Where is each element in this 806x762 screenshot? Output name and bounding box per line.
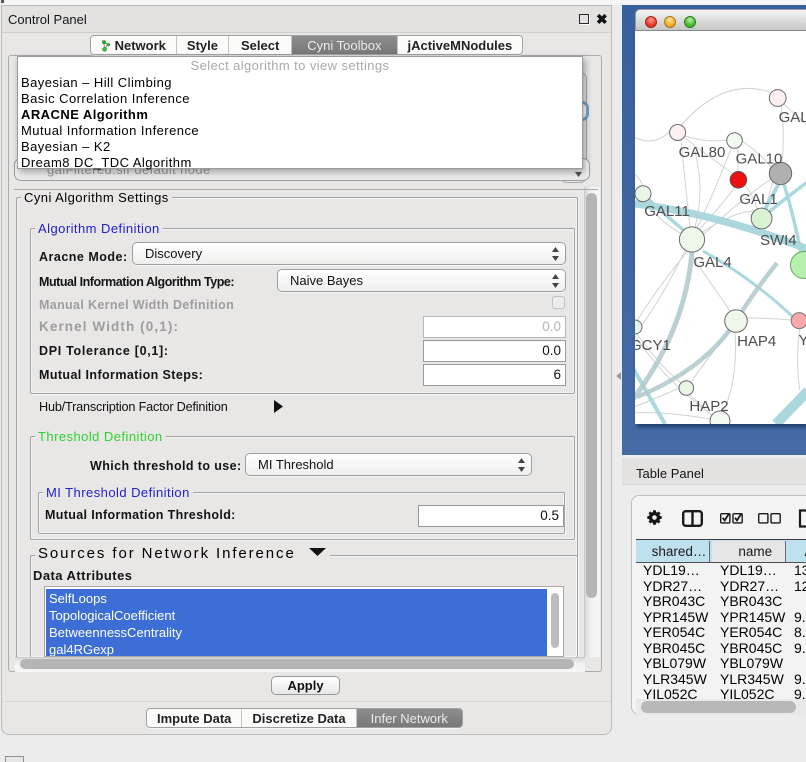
- svg-text:HAP4: HAP4: [737, 333, 776, 350]
- svg-text:GCY1: GCY1: [635, 337, 671, 354]
- svg-text:GAL1: GAL1: [739, 191, 777, 208]
- svg-text:GAL11: GAL11: [644, 203, 690, 220]
- svg-text:GAL80: GAL80: [679, 144, 726, 161]
- svg-text:SWI4: SWI4: [760, 232, 797, 249]
- svg-text:GAL4: GAL4: [693, 254, 731, 271]
- svg-text:HAP2: HAP2: [689, 398, 728, 415]
- svg-text:GAL10: GAL10: [736, 151, 783, 168]
- svg-text:YE: YE: [799, 332, 806, 349]
- svg-text:GAL7: GAL7: [779, 109, 806, 126]
